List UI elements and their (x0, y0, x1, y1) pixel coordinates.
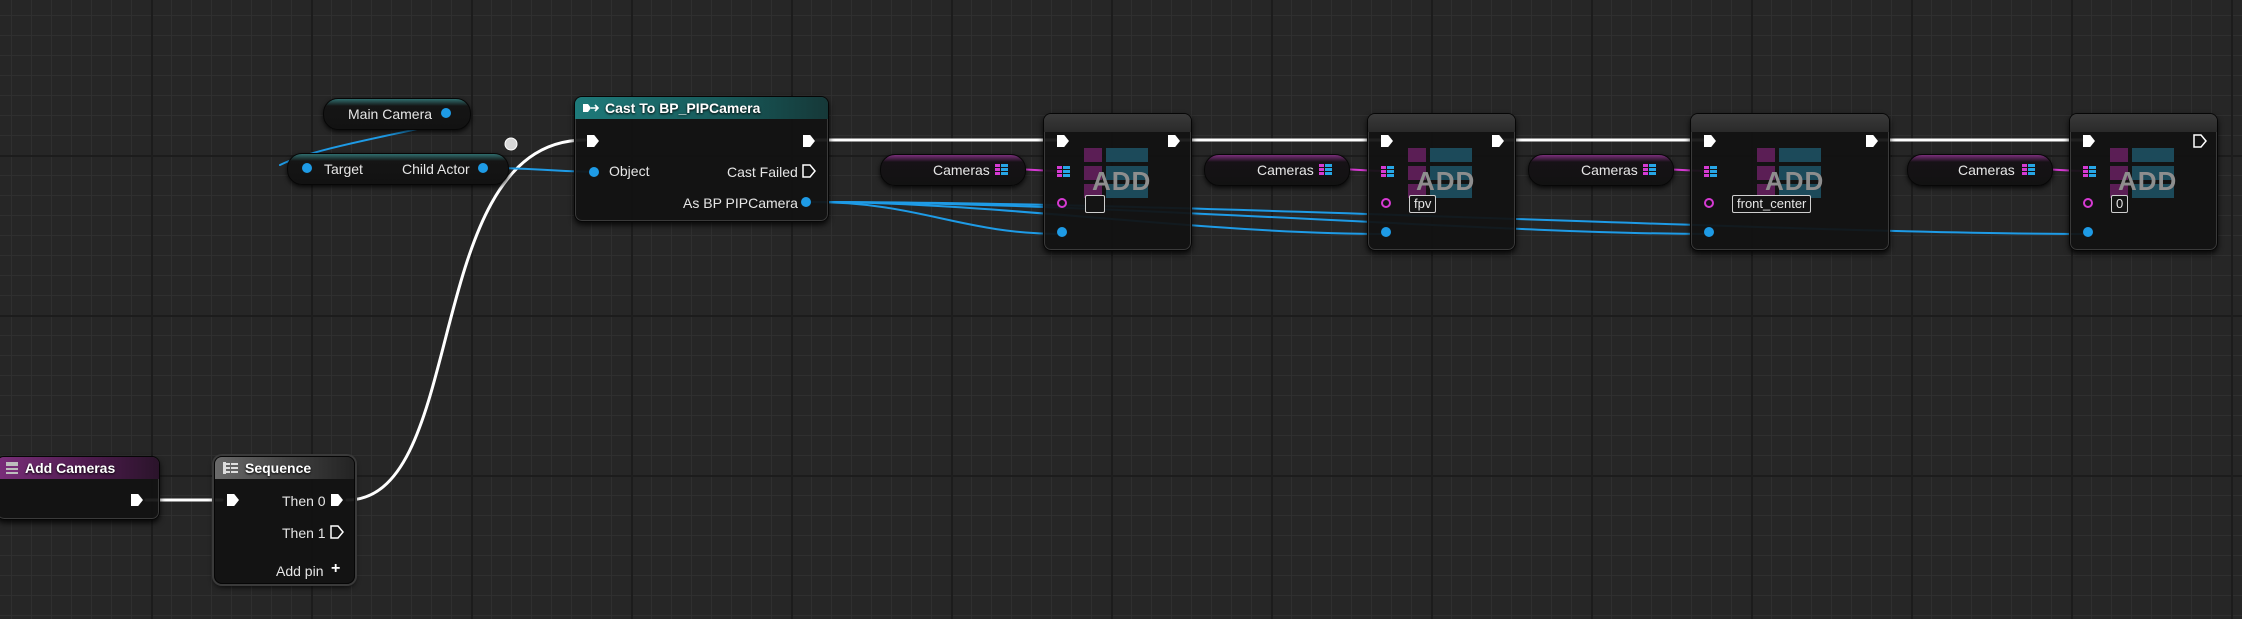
add-exec-in-pin[interactable] (1057, 135, 1069, 147)
event-icon (6, 462, 18, 474)
cast-icon (583, 104, 599, 112)
add-item-input[interactable]: front_center (1732, 195, 1812, 213)
add-node-label: ADD (1765, 166, 1825, 196)
cameras-label-2: Cameras (1257, 162, 1314, 178)
reroute-knot (504, 137, 518, 151)
add-node-header (1368, 114, 1515, 132)
sequence-node-header: Sequence (215, 457, 354, 479)
variable-main-camera[interactable]: Main Camera (323, 98, 471, 130)
array-icon[interactable] (995, 164, 1008, 176)
sequence-then0-label: Then 0 (282, 493, 326, 509)
add-node-header (2070, 114, 2217, 132)
sequence-then1-label: Then 1 (282, 525, 326, 541)
sequence-then0-pin[interactable] (331, 494, 343, 506)
event-title: Add Cameras (25, 460, 116, 476)
add-target-pin[interactable] (1381, 227, 1391, 237)
variable-cameras-4[interactable]: Cameras (1907, 154, 2053, 186)
event-exec-out-pin[interactable] (131, 494, 143, 506)
sequence-title: Sequence (245, 460, 312, 476)
cameras-label-3: Cameras (1581, 162, 1638, 178)
sequence-exec-in-pin[interactable] (227, 494, 239, 506)
cast-exec-in-pin[interactable] (587, 135, 599, 147)
add-target-pin[interactable] (2083, 227, 2093, 237)
add-exec-out-pin[interactable] (1866, 135, 1878, 147)
cast-failed-pin[interactable] (802, 164, 816, 178)
variable-cameras-3[interactable]: Cameras (1528, 154, 1674, 186)
add-item-input[interactable] (1085, 195, 1105, 213)
cast-failed-label: Cast Failed (727, 164, 798, 180)
add-node-2[interactable]: ADD fpv (1367, 113, 1516, 251)
cast-as-pip-pin[interactable] (801, 197, 811, 207)
add-node-label: ADD (1416, 166, 1476, 196)
add-node-label: ADD (2118, 166, 2178, 196)
main-camera-out-pin[interactable] (441, 108, 451, 118)
array-icon[interactable] (2022, 164, 2035, 176)
child-actor-out-pin[interactable] (478, 163, 488, 173)
sequence-icon (223, 462, 238, 474)
cast-as-pip-label: As BP PIPCamera (683, 195, 798, 211)
add-node-4[interactable]: ADD 0 (2069, 113, 2218, 251)
cast-exec-out-pin[interactable] (803, 135, 815, 147)
cast-object-pin[interactable] (589, 167, 599, 177)
add-exec-out-pin[interactable] (1168, 135, 1180, 147)
add-node-header (1044, 114, 1191, 132)
sequence-then1-pin[interactable] (330, 525, 344, 539)
child-actor-label: Child Actor (402, 161, 470, 177)
add-item-input[interactable]: fpv (1409, 195, 1437, 213)
add-exec-out-pin[interactable] (1492, 135, 1504, 147)
add-node-1[interactable]: ADD (1043, 113, 1192, 251)
add-exec-in-pin[interactable] (2083, 135, 2095, 147)
add-exec-in-pin[interactable] (1381, 135, 1393, 147)
cameras-label-1: Cameras (933, 162, 990, 178)
event-node-header: Add Cameras (0, 457, 159, 479)
add-item-input[interactable]: 0 (2111, 195, 2129, 213)
array-icon[interactable] (2083, 166, 2096, 178)
add-item-pin[interactable] (2083, 198, 2093, 208)
exec-wire-sequence-cast (345, 138, 587, 502)
cast-object-label: Object (609, 163, 650, 179)
target-label: Target (324, 161, 363, 177)
cast-node-header: Cast To BP_PIPCamera (575, 97, 828, 119)
sequence-node[interactable]: Sequence Then 0 Then 1 Add pin + (214, 456, 355, 584)
add-item-pin[interactable] (1704, 198, 1714, 208)
sequence-add-pin-label[interactable]: Add pin (276, 563, 323, 579)
add-target-pin[interactable] (1057, 227, 1067, 237)
plus-icon[interactable]: + (331, 560, 340, 578)
add-target-pin[interactable] (1704, 227, 1714, 237)
cast-node[interactable]: Cast To BP_PIPCamera Object Cast Failed … (574, 96, 829, 222)
add-node-3[interactable]: ADD front_center (1690, 113, 1890, 251)
add-item-pin[interactable] (1057, 198, 1067, 208)
add-exec-out-pin[interactable] (2193, 134, 2207, 148)
add-node-label: ADD (1092, 166, 1152, 196)
add-node-header (1691, 114, 1889, 132)
target-in-pin[interactable] (302, 163, 312, 173)
array-icon[interactable] (1381, 166, 1394, 178)
array-icon[interactable] (1319, 164, 1332, 176)
array-icon[interactable] (1057, 166, 1070, 178)
main-camera-label: Main Camera (348, 106, 433, 122)
variable-cameras-2[interactable]: Cameras (1204, 154, 1350, 186)
array-icon[interactable] (1643, 164, 1656, 176)
array-icon[interactable] (1704, 166, 1717, 178)
event-node-add-cameras[interactable]: Add Cameras (0, 456, 160, 520)
cast-title: Cast To BP_PIPCamera (605, 100, 761, 116)
get-child-actor-node[interactable]: Target Child Actor (287, 153, 509, 185)
add-exec-in-pin[interactable] (1704, 135, 1716, 147)
add-item-pin[interactable] (1381, 198, 1391, 208)
variable-cameras-1[interactable]: Cameras (880, 154, 1026, 186)
cameras-label-4: Cameras (1958, 162, 2015, 178)
